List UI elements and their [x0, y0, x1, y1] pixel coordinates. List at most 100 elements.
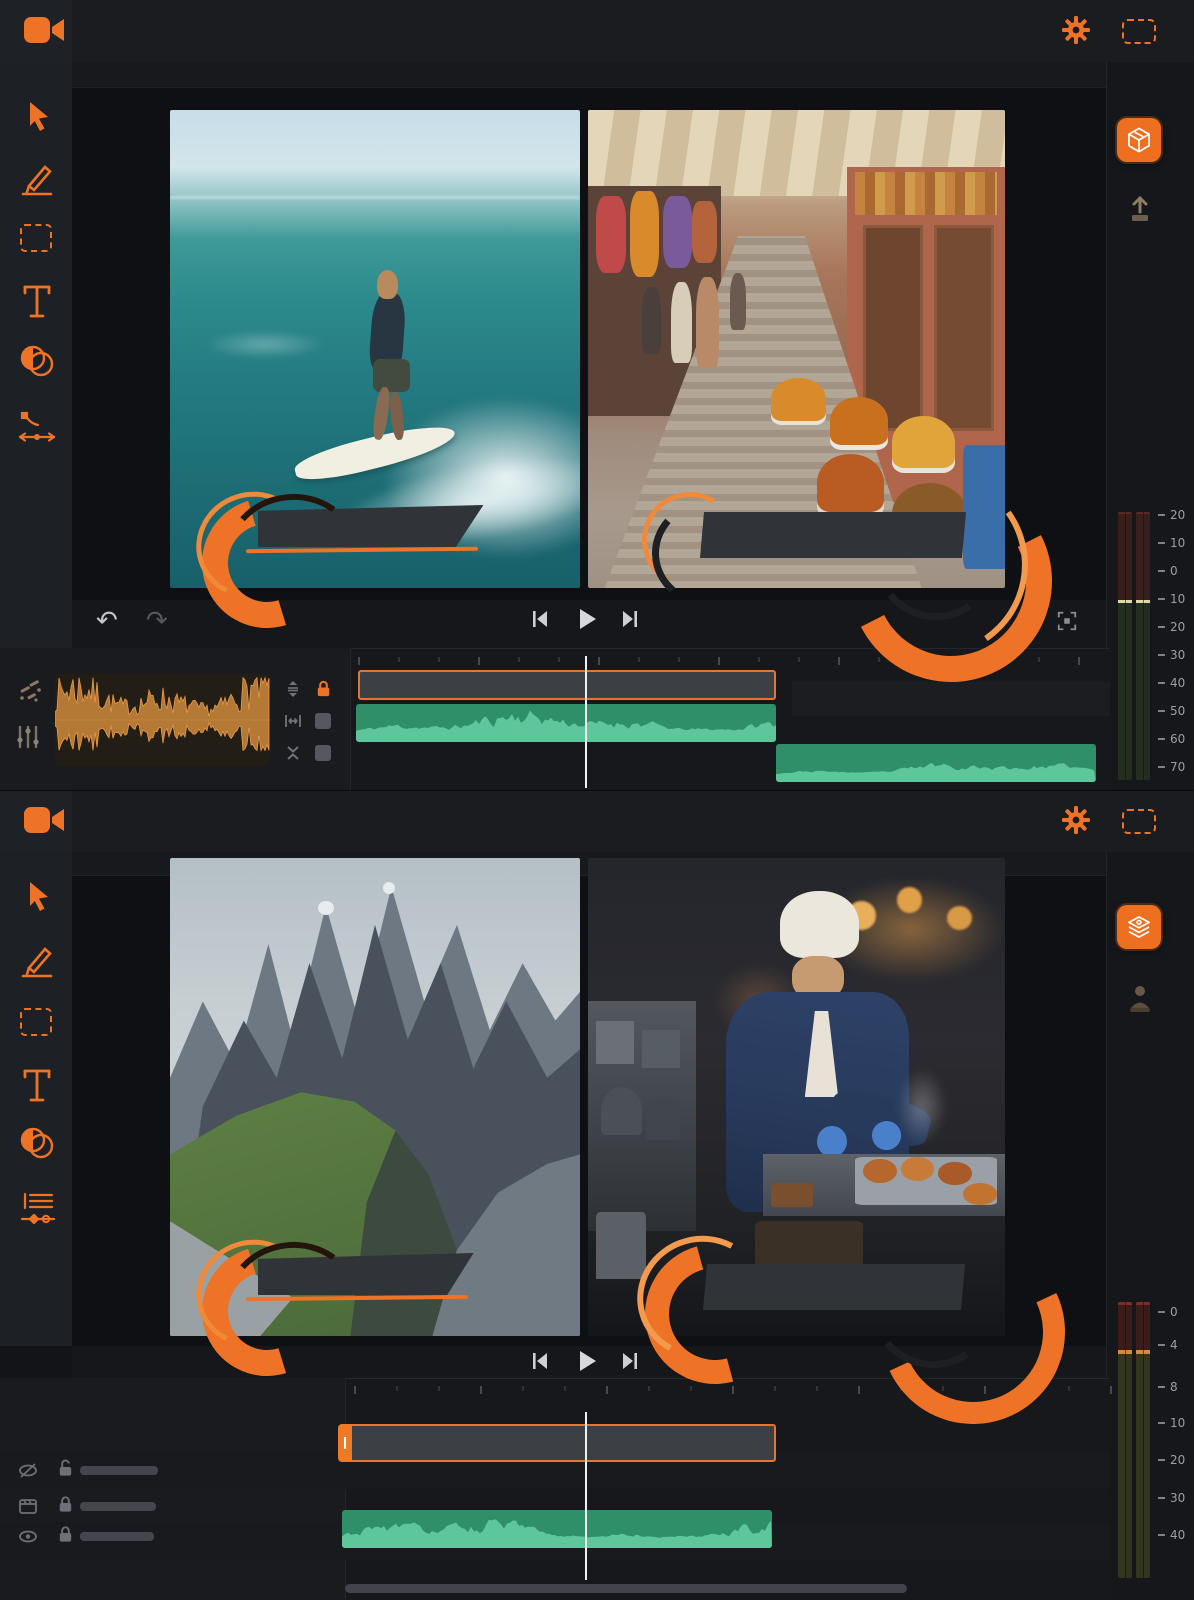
- ruler-tick: [648, 1386, 650, 1391]
- ruler-tick: [480, 1386, 482, 1394]
- skip-end-button[interactable]: [620, 608, 640, 630]
- ruler-tick: [398, 657, 400, 662]
- toggle-square[interactable]: [315, 713, 331, 729]
- ruler-tick: [1078, 657, 1080, 665]
- meter-scale-label: 20: [1158, 508, 1185, 522]
- playhead[interactable]: [585, 1412, 587, 1580]
- lower-third-left[interactable]: [200, 492, 500, 562]
- audio-clip-1[interactable]: [356, 704, 776, 742]
- track-name-bar: [80, 1466, 158, 1475]
- skip-start-button[interactable]: [530, 1350, 550, 1372]
- ruler-tick: [858, 1386, 860, 1394]
- meter-scale: 04810203040: [1158, 1300, 1194, 1550]
- ruler-tick: [354, 1386, 356, 1394]
- pencil-tool[interactable]: [18, 942, 56, 982]
- audio-waveform: [356, 710, 776, 742]
- text-tool[interactable]: [20, 282, 54, 320]
- ruler-tick: [638, 657, 640, 662]
- video-clip-selected[interactable]: [340, 1424, 776, 1462]
- meter-scale-label: 10: [1158, 592, 1185, 606]
- app-root: 2010010203040506070 ↶ ↷: [0, 0, 1194, 1600]
- layer-stack-button[interactable]: [1117, 905, 1161, 949]
- person-marker-icon[interactable]: [1125, 982, 1155, 1014]
- upload-icon[interactable]: [1125, 194, 1155, 224]
- marquee-select-tool[interactable]: [20, 224, 52, 252]
- clapperboard-icon[interactable]: [18, 1498, 38, 1515]
- eye-off-icon[interactable]: [18, 1462, 38, 1479]
- audio-clip-1[interactable]: [342, 1510, 772, 1548]
- export-3d-button[interactable]: [1117, 118, 1161, 162]
- toggle-square[interactable]: [315, 745, 331, 761]
- lower-third-right-2[interactable]: [645, 1242, 1035, 1338]
- ruler-tick: [1110, 1386, 1112, 1394]
- lower-third-left-2[interactable]: [200, 1240, 500, 1310]
- mixer-icon[interactable]: [14, 722, 44, 752]
- select-arrow-tool[interactable]: [22, 880, 52, 914]
- meter-scale-label: 0: [1158, 564, 1178, 578]
- audio-clip-2[interactable]: [776, 744, 1096, 782]
- contrast-mask-tool[interactable]: [18, 344, 58, 382]
- motion-path-tool[interactable]: [16, 410, 58, 446]
- lock-open-icon[interactable]: [56, 1458, 75, 1478]
- settings-gear-icon[interactable]: [1062, 806, 1090, 834]
- fit-height-icon[interactable]: [284, 680, 302, 698]
- play-button[interactable]: [576, 606, 598, 632]
- lock-closed-icon[interactable]: [56, 1524, 75, 1544]
- skip-end-button[interactable]: [620, 1350, 640, 1372]
- ruler-tick: [878, 657, 880, 662]
- track-name-bar: [80, 1532, 154, 1541]
- track-name-bar: [80, 1502, 156, 1511]
- frame-scan-icon[interactable]: [1056, 610, 1078, 632]
- eye-icon[interactable]: [18, 1528, 38, 1545]
- pencil-tool[interactable]: [18, 160, 56, 200]
- ruler-tick: [798, 657, 800, 662]
- meter-scale-label: 10: [1158, 536, 1185, 550]
- audio-waveform: [342, 1519, 772, 1548]
- ruler-tick: [718, 657, 720, 665]
- ruler-tick: [732, 1386, 734, 1394]
- beat-markers-icon[interactable]: [16, 676, 46, 706]
- playhead[interactable]: [585, 656, 587, 788]
- audio-meter-left: [1118, 512, 1132, 780]
- video-camera-icon[interactable]: [24, 804, 64, 836]
- ruler-tick: [816, 1386, 818, 1391]
- canvas-frame-icon[interactable]: [1122, 19, 1156, 44]
- ruler-tick: [758, 657, 760, 662]
- audio-waveform: [776, 763, 1096, 782]
- meter-scale-label: 30: [1158, 1491, 1185, 1505]
- clip-trim-handle[interactable]: [338, 1424, 352, 1462]
- marquee-select-tool[interactable]: [20, 1008, 52, 1036]
- ruler-tick: [522, 1386, 524, 1391]
- video-clip-selected[interactable]: [358, 670, 776, 700]
- ruler-tick: [438, 657, 440, 662]
- fit-width-icon[interactable]: [284, 712, 302, 730]
- audio-meter-left: [1118, 1302, 1132, 1578]
- collapse-tracks-icon[interactable]: [284, 744, 302, 762]
- meter-scale-label: 60: [1158, 732, 1185, 746]
- lock-closed-icon[interactable]: [56, 1494, 75, 1514]
- lower-third-right[interactable]: [640, 488, 1030, 584]
- undo-button[interactable]: ↶: [96, 608, 118, 634]
- meter-scale-label: 4: [1158, 1338, 1178, 1352]
- redo-button[interactable]: ↷: [146, 608, 168, 634]
- play-button[interactable]: [576, 1348, 598, 1374]
- video-camera-icon[interactable]: [24, 14, 64, 46]
- keyframes-tool[interactable]: [18, 1190, 58, 1230]
- timeline-header-2: [0, 1378, 346, 1600]
- contrast-mask-tool[interactable]: [18, 1126, 58, 1164]
- meter-scale-label: 50: [1158, 704, 1185, 718]
- master-waveform-panel[interactable]: [55, 674, 270, 766]
- ruler-tick: [558, 657, 560, 662]
- ruler-tick: [678, 657, 680, 662]
- text-tool[interactable]: [20, 1066, 54, 1104]
- lock-icon-active[interactable]: [314, 679, 333, 698]
- skip-start-button[interactable]: [530, 608, 550, 630]
- meter-scale-label: 70: [1158, 760, 1185, 774]
- ruler-tick: [774, 1386, 776, 1391]
- topbar-2: [0, 790, 1194, 854]
- canvas-frame-icon[interactable]: [1122, 809, 1156, 834]
- timeline-scrollbar[interactable]: [345, 1584, 907, 1593]
- meter-scale-label: 40: [1158, 676, 1185, 690]
- select-arrow-tool[interactable]: [22, 100, 52, 134]
- settings-gear-icon[interactable]: [1062, 16, 1090, 44]
